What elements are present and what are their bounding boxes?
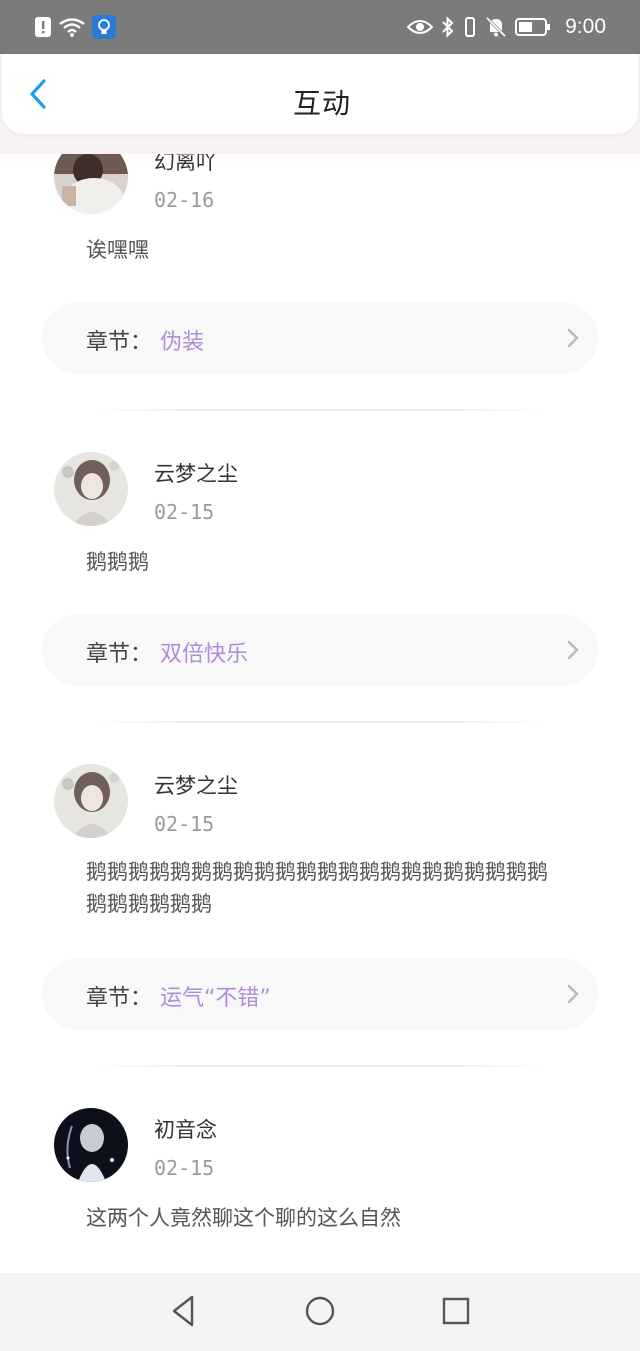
chapter-link[interactable]: 章节： 运气“不错” <box>42 958 598 1030</box>
chapter-name: 双倍快乐 <box>160 642 249 667</box>
avatar[interactable] <box>54 764 128 838</box>
post-text: 这两个人竟然聊这个聊的这么自然 <box>86 1206 401 1230</box>
mute-bell-icon <box>486 16 507 38</box>
avatar-image-4 <box>54 1108 128 1182</box>
post-date: 02-15 <box>154 500 215 524</box>
post-date: 02-16 <box>154 188 215 212</box>
triangle-back-icon[interactable] <box>166 1293 202 1329</box>
author-name[interactable]: 云梦之尘 <box>154 458 238 488</box>
square-recents-icon[interactable] <box>438 1293 474 1329</box>
header: 互动 <box>0 54 640 154</box>
circle-home-icon[interactable] <box>302 1293 338 1329</box>
screen: 9:00 互动 幻离吖 02-16 诶嘿嘿 章节： 伪装 云梦之尘 02-15 … <box>0 0 640 1351</box>
chapter-prefix: 章节： <box>86 986 153 1011</box>
status-bar: 9:00 <box>0 0 640 54</box>
chapter-link[interactable]: 章节： 双倍快乐 <box>42 614 598 686</box>
author-name[interactable]: 幻离吖 <box>154 154 217 176</box>
interaction-feed[interactable]: 幻离吖 02-16 诶嘿嘿 章节： 伪装 云梦之尘 02-15 鹅鹅鹅 章节： … <box>0 154 640 1273</box>
status-right: 9:00 <box>407 14 606 40</box>
divider <box>92 721 548 723</box>
feed-item: 幻离吖 02-16 诶嘿嘿 章节： 伪装 <box>0 154 640 414</box>
post-text: 鹅鹅鹅 <box>86 550 149 574</box>
divider <box>92 409 548 411</box>
post-text: 诶嘿嘿 <box>86 238 149 262</box>
bulb-app-icon <box>92 15 116 39</box>
vibrate-icon <box>465 17 476 37</box>
chapter-prefix: 章节： <box>86 330 153 355</box>
wifi-icon <box>59 18 85 37</box>
author-name[interactable]: 初音念 <box>154 1114 217 1144</box>
avatar[interactable] <box>54 154 128 214</box>
chevron-right-icon <box>567 328 579 348</box>
chevron-right-icon <box>567 640 579 660</box>
avatar[interactable] <box>54 452 128 526</box>
header-card: 互动 <box>2 54 638 134</box>
chapter-name: 伪装 <box>160 330 205 355</box>
avatar-image-2 <box>54 452 128 526</box>
alert-icon <box>35 17 51 37</box>
post-text: 鹅鹅鹅鹅鹅鹅鹅鹅鹅鹅鹅鹅鹅鹅鹅鹅鹅鹅鹅鹅鹅鹅鹅鹅鹅鹅鹅鹅 <box>86 860 548 916</box>
system-nav-bar <box>0 1273 640 1351</box>
avatar-image-3 <box>54 764 128 838</box>
avatar-image-1 <box>54 154 128 214</box>
feed-item: 云梦之尘 02-15 鹅鹅鹅 章节： 双倍快乐 <box>0 414 640 726</box>
status-time: 9:00 <box>565 15 606 38</box>
chapter-name: 运气“不错” <box>160 986 271 1011</box>
page-title: 互动 <box>292 87 351 120</box>
divider <box>92 1065 548 1067</box>
chevron-right-icon <box>567 984 579 1004</box>
post-date: 02-15 <box>154 1156 215 1180</box>
chapter-prefix: 章节： <box>86 642 153 667</box>
author-name[interactable]: 云梦之尘 <box>154 770 238 800</box>
feed-item: 云梦之尘 02-15 鹅鹅鹅鹅鹅鹅鹅鹅鹅鹅鹅鹅鹅鹅鹅鹅鹅鹅鹅鹅鹅鹅鹅鹅鹅鹅鹅鹅 … <box>0 726 640 1070</box>
eye-icon <box>407 20 434 34</box>
bluetooth-icon <box>442 16 454 38</box>
avatar[interactable] <box>54 1108 128 1182</box>
post-date: 02-15 <box>154 812 215 836</box>
status-left <box>34 14 116 40</box>
feed-item: 初音念 02-15 这两个人竟然聊这个聊的这么自然 <box>0 1070 640 1273</box>
chapter-link[interactable]: 章节： 伪装 <box>42 302 598 374</box>
battery-icon <box>515 18 551 36</box>
